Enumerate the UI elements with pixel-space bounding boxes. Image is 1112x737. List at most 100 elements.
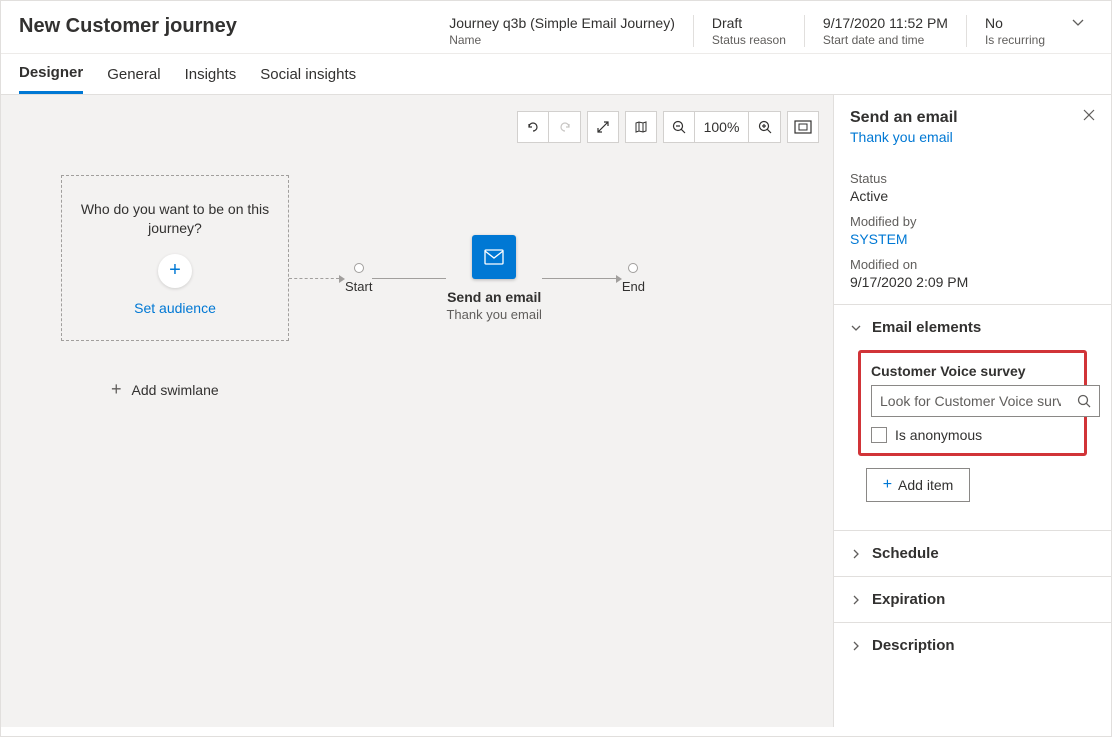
zoom-out-button[interactable] — [663, 111, 695, 143]
chevron-down-icon — [850, 322, 862, 334]
email-icon — [484, 249, 504, 265]
audience-placeholder[interactable]: Who do you want to be on this journey? +… — [61, 175, 289, 341]
undo-icon — [525, 119, 541, 135]
chevron-right-icon — [850, 548, 862, 560]
audience-add-button[interactable]: + — [158, 254, 192, 288]
connector — [542, 278, 616, 279]
modified-by-link[interactable]: SYSTEM — [850, 231, 1095, 247]
email-node-title: Send an email — [447, 289, 541, 305]
header-label: Name — [449, 33, 675, 47]
start-label: Start — [345, 279, 372, 294]
expand-icon — [595, 119, 611, 135]
add-item-label: Add item — [898, 477, 953, 493]
properties-panel: Send an email Thank you email Status Act… — [833, 94, 1111, 727]
search-icon — [1076, 393, 1092, 409]
flow-line: Start Send an email Thank you email End — [289, 235, 645, 322]
panel-subtitle-link[interactable]: Thank you email — [850, 129, 958, 145]
zoom-in-icon — [757, 119, 773, 135]
survey-search-input[interactable] — [872, 393, 1069, 409]
header-label: Start date and time — [823, 33, 948, 47]
end-node[interactable]: End — [622, 263, 645, 294]
chevron-right-icon — [850, 640, 862, 652]
connector — [372, 278, 446, 279]
plus-icon: + — [883, 476, 892, 494]
redo-icon — [557, 119, 573, 135]
start-dot-icon — [354, 263, 364, 273]
survey-field-label: Customer Voice survey — [871, 363, 1074, 379]
close-icon — [1083, 109, 1095, 121]
end-label: End — [622, 279, 645, 294]
section-expiration: Expiration — [834, 576, 1111, 622]
chevron-down-icon — [1071, 15, 1085, 29]
designer-canvas[interactable]: 100% Who do you want to be on this journ… — [1, 94, 833, 727]
journey-flow: Who do you want to be on this journey? +… — [61, 175, 645, 341]
undo-button[interactable] — [517, 111, 549, 143]
survey-remove-button[interactable] — [1108, 395, 1111, 407]
canvas-toolbar: 100% — [517, 111, 819, 143]
map-icon — [633, 119, 649, 135]
zoom-level[interactable]: 100% — [695, 111, 749, 143]
main-area: 100% Who do you want to be on this journ… — [1, 94, 1111, 727]
status-label: Status — [850, 171, 1095, 186]
header-field-startdate[interactable]: 9/17/2020 11:52 PM Start date and time — [804, 15, 966, 47]
set-audience-link[interactable]: Set audience — [134, 300, 216, 316]
header-label: Is recurring — [985, 33, 1045, 47]
header-field-name[interactable]: Journey q3b (Simple Email Journey) Name — [431, 15, 693, 47]
header-expand-chevron[interactable] — [1063, 15, 1093, 29]
add-swimlane-label: Add swimlane — [132, 382, 219, 398]
section-header-description[interactable]: Description — [834, 623, 1111, 668]
is-anonymous-checkbox[interactable] — [871, 427, 887, 443]
page-header: New Customer journey Journey q3b (Simple… — [1, 1, 1111, 54]
is-anonymous-label: Is anonymous — [895, 427, 982, 443]
tab-insights[interactable]: Insights — [185, 54, 237, 94]
modified-on-label: Modified on — [850, 257, 1095, 272]
tab-designer[interactable]: Designer — [19, 54, 83, 94]
header-label: Status reason — [712, 33, 786, 47]
is-anonymous-row: Is anonymous — [871, 427, 1074, 443]
tab-bar: Designer General Insights Social insight… — [1, 54, 1111, 94]
email-node[interactable]: Send an email Thank you email — [446, 235, 541, 322]
panel-meta: Status Active Modified by SYSTEM Modifie… — [834, 155, 1111, 304]
minimap-button[interactable] — [625, 111, 657, 143]
add-swimlane-button[interactable]: + Add swimlane — [111, 379, 219, 400]
modified-on-value: 9/17/2020 2:09 PM — [850, 274, 1095, 290]
status-value: Active — [850, 188, 1095, 204]
section-header-email-elements[interactable]: Email elements — [834, 305, 1111, 350]
tab-general[interactable]: General — [107, 54, 160, 94]
header-field-status[interactable]: Draft Status reason — [693, 15, 804, 47]
plus-icon: + — [111, 379, 122, 400]
survey-search-button[interactable] — [1069, 393, 1099, 409]
redo-button[interactable] — [549, 111, 581, 143]
section-title: Schedule — [872, 545, 939, 562]
section-title: Email elements — [872, 319, 981, 336]
fit-to-screen-button[interactable] — [787, 111, 819, 143]
connector-dashed — [289, 278, 339, 279]
header-value: No — [985, 15, 1045, 31]
section-title: Expiration — [872, 591, 945, 608]
section-header-expiration[interactable]: Expiration — [834, 577, 1111, 622]
panel-close-button[interactable] — [1083, 109, 1095, 121]
panel-title: Send an email — [850, 109, 958, 127]
section-schedule: Schedule — [834, 530, 1111, 576]
header-value: 9/17/2020 11:52 PM — [823, 15, 948, 31]
zoom-in-button[interactable] — [749, 111, 781, 143]
header-value: Journey q3b (Simple Email Journey) — [449, 15, 675, 31]
zoom-out-icon — [671, 119, 687, 135]
header-value: Draft — [712, 15, 786, 31]
section-email-elements: Email elements Customer Voice survey — [834, 304, 1111, 530]
email-tile[interactable] — [472, 235, 516, 279]
section-title: Description — [872, 637, 955, 654]
fullscreen-button[interactable] — [587, 111, 619, 143]
header-fields: Journey q3b (Simple Email Journey) Name … — [431, 15, 1063, 47]
section-header-schedule[interactable]: Schedule — [834, 531, 1111, 576]
section-description: Description — [834, 622, 1111, 668]
audience-prompt: Who do you want to be on this journey? — [78, 200, 272, 238]
header-field-recurring[interactable]: No Is recurring — [966, 15, 1063, 47]
add-item-button[interactable]: + Add item — [866, 468, 970, 502]
start-node[interactable]: Start — [345, 263, 372, 294]
tab-social-insights[interactable]: Social insights — [260, 54, 356, 94]
survey-lookup[interactable] — [871, 385, 1100, 417]
page-title: New Customer journey — [19, 15, 277, 38]
customer-voice-survey-block: Customer Voice survey — [858, 350, 1087, 456]
fit-screen-icon — [794, 120, 812, 134]
